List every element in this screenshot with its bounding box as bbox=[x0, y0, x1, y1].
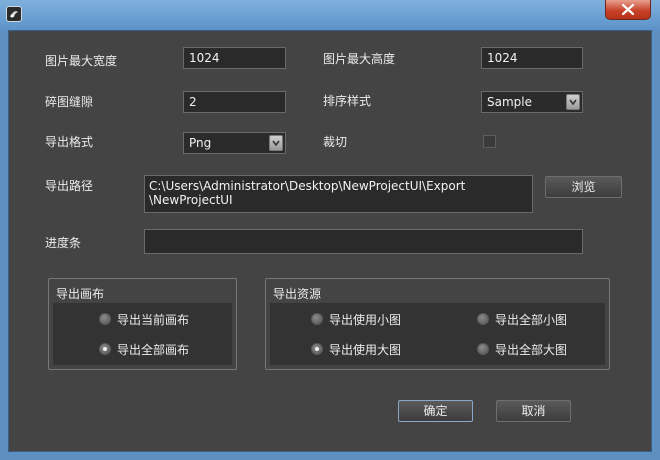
close-button[interactable] bbox=[605, 0, 651, 20]
chevron-down-icon bbox=[272, 140, 280, 146]
radio-button[interactable] bbox=[477, 343, 489, 355]
radio-option-used-small[interactable]: 导出使用小图 bbox=[270, 303, 438, 333]
max-height-label: 图片最大高度 bbox=[323, 52, 396, 66]
radio-button[interactable] bbox=[99, 343, 111, 355]
sort-dropdown-button[interactable] bbox=[566, 94, 580, 110]
radio-label: 导出全部大图 bbox=[495, 343, 568, 357]
radio-label: 导出全部小图 bbox=[495, 313, 568, 327]
export-path-line1: C:\Users\Administrator\Desktop\NewProjec… bbox=[149, 179, 466, 193]
crop-checkbox[interactable] bbox=[483, 135, 496, 148]
format-dropdown-button[interactable] bbox=[269, 135, 283, 151]
radio-button[interactable] bbox=[477, 313, 489, 325]
title-bar[interactable] bbox=[0, 0, 660, 30]
sort-style-label: 排序样式 bbox=[323, 94, 372, 108]
radio-option-all-canvas[interactable]: 导出全部画布 bbox=[53, 333, 234, 363]
radio-label: 导出使用大图 bbox=[329, 343, 402, 357]
dialog-content: 图片最大宽度 1024 图片最大高度 1024 碎图缝隙 2 排序样式 Samp… bbox=[8, 30, 652, 452]
gap-input[interactable]: 2 bbox=[183, 91, 286, 113]
radio-label: 导出当前画布 bbox=[117, 313, 190, 327]
radio-button[interactable] bbox=[311, 343, 323, 355]
export-path-label: 导出路径 bbox=[45, 179, 94, 193]
export-canvas-group: 导出画布 导出当前画布 导出全部画布 bbox=[48, 278, 237, 370]
radio-label: 导出全部画布 bbox=[117, 343, 190, 357]
radio-option-all-large[interactable]: 导出全部大图 bbox=[438, 333, 607, 363]
crop-label: 裁切 bbox=[323, 135, 348, 149]
cancel-button[interactable]: 取消 bbox=[496, 400, 571, 422]
sort-style-select[interactable]: Sample bbox=[481, 91, 583, 113]
max-width-label: 图片最大宽度 bbox=[45, 54, 118, 68]
chevron-down-icon bbox=[569, 99, 577, 105]
radio-option-current-canvas[interactable]: 导出当前画布 bbox=[53, 303, 234, 333]
max-height-input[interactable]: 1024 bbox=[481, 47, 583, 69]
radio-label: 导出使用小图 bbox=[329, 313, 402, 327]
export-canvas-title: 导出画布 bbox=[56, 287, 105, 301]
app-icon bbox=[6, 6, 22, 22]
radio-button[interactable] bbox=[99, 313, 111, 325]
dialog-window: 图片最大宽度 1024 图片最大高度 1024 碎图缝隙 2 排序样式 Samp… bbox=[0, 0, 660, 460]
export-path-line2: \NewProjectUI bbox=[149, 193, 233, 207]
radio-option-all-small[interactable]: 导出全部小图 bbox=[438, 303, 607, 333]
close-icon bbox=[622, 4, 634, 15]
format-label: 导出格式 bbox=[45, 135, 94, 149]
format-value: Png bbox=[189, 136, 212, 150]
sort-style-value: Sample bbox=[487, 95, 532, 109]
radio-option-used-large[interactable]: 导出使用大图 bbox=[270, 333, 438, 363]
ok-button[interactable]: 确定 bbox=[398, 400, 473, 422]
radio-button[interactable] bbox=[311, 313, 323, 325]
progress-bar bbox=[144, 229, 583, 254]
export-resource-options: 导出使用小图 导出全部小图 导出使用大图 导出全部大图 bbox=[270, 303, 605, 365]
export-path-input[interactable]: C:\Users\Administrator\Desktop\NewProjec… bbox=[144, 175, 533, 213]
progress-label: 进度条 bbox=[45, 236, 82, 250]
max-width-input[interactable]: 1024 bbox=[183, 47, 286, 69]
export-resource-group: 导出资源 导出使用小图 导出全部小图 导出使用大图 导出全部大图 bbox=[265, 278, 610, 370]
browse-button[interactable]: 浏览 bbox=[545, 176, 622, 198]
export-resource-title: 导出资源 bbox=[273, 287, 322, 301]
export-canvas-options: 导出当前画布 导出全部画布 bbox=[53, 303, 232, 365]
gap-label: 碎图缝隙 bbox=[45, 95, 94, 109]
format-select[interactable]: Png bbox=[183, 132, 286, 154]
